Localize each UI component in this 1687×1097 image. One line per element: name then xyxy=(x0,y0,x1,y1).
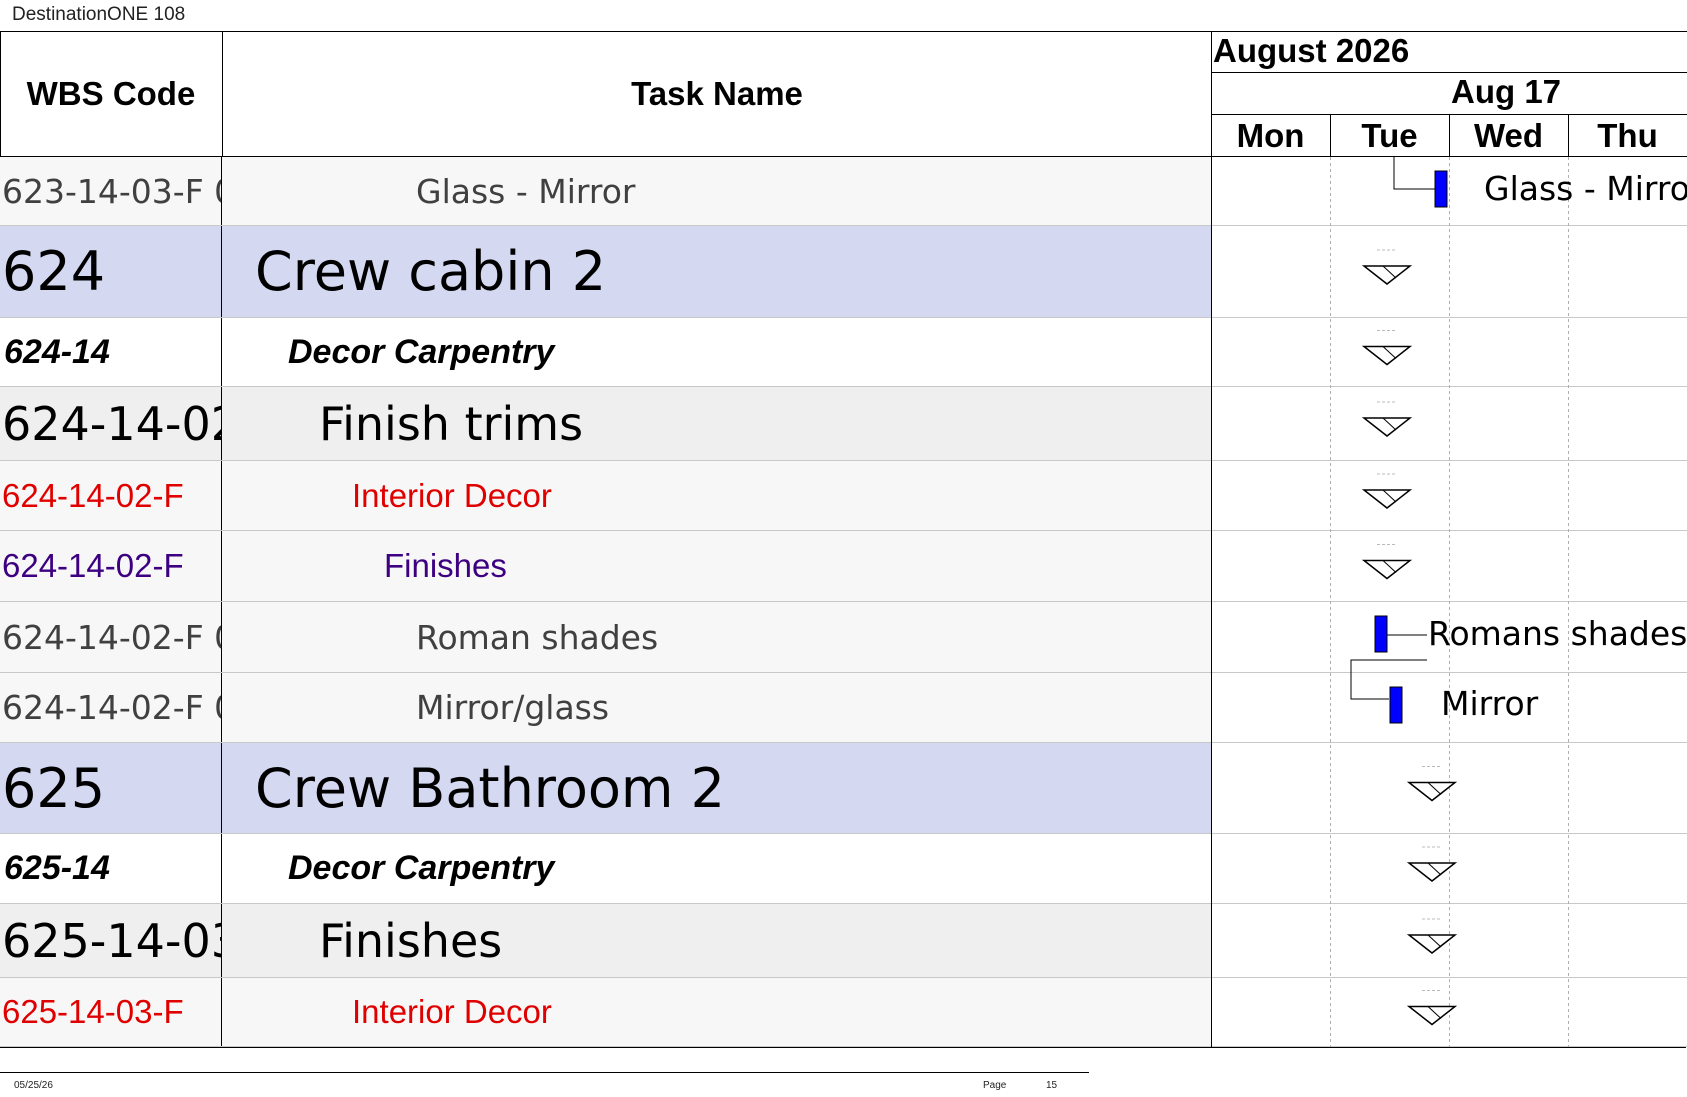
document-title: DestinationONE 108 xyxy=(12,4,186,25)
day-label-mon: Mon xyxy=(1236,117,1305,154)
day-label-thu: Thu xyxy=(1597,117,1658,154)
wbs-code-cell: 623-14-03-F 01 xyxy=(0,157,222,225)
wbs-code-cell: 625 xyxy=(0,743,222,833)
task-name-cell: Mirror/glass xyxy=(416,688,610,727)
bar-label-roman-shades: Romans shades xyxy=(1428,614,1687,653)
wbs-code-cell: 625-14-03 xyxy=(0,904,222,977)
task-bar-roman-shades xyxy=(1374,615,1388,653)
dependency-connector xyxy=(1350,659,1427,700)
gantt-timeline: August 2026 Aug 17 Mon Tue Wed Thu Glass - Mir… xyxy=(1211,31,1687,1048)
dependency-connector xyxy=(1393,157,1435,190)
table-row[interactable]: 625 Crew Bathroom 2 xyxy=(0,743,1211,834)
task-header-label: Task Name xyxy=(631,74,803,112)
month-label: August 2026 xyxy=(1213,32,1410,69)
task-name-cell: Finish trims xyxy=(319,396,584,451)
summary-marker-triangle xyxy=(1406,862,1458,882)
footer-page-label: Page xyxy=(983,1080,1007,1091)
table-row[interactable]: 625-14-03 Finishes xyxy=(0,904,1211,978)
task-column-header[interactable]: Task Name xyxy=(223,31,1211,157)
wbs-header-label: WBS Code xyxy=(26,74,196,112)
footer-date: 05/25/26 xyxy=(14,1080,53,1091)
footer-page-number: 15 xyxy=(1046,1080,1058,1091)
task-name-cell: Decor Carpentry xyxy=(288,849,555,887)
task-name-cell: Glass - Mirror xyxy=(416,171,636,211)
task-name-cell: Interior Decor xyxy=(352,476,552,514)
wbs-code-cell: 625-14 xyxy=(0,834,222,903)
wbs-code-cell: 624-14-02-F 01 xyxy=(0,602,222,672)
table-row[interactable]: 624-14-02-F 01 Mirror/glass xyxy=(0,673,1211,743)
day-label-tue: Tue xyxy=(1361,117,1418,154)
summary-marker-triangle xyxy=(1361,559,1413,580)
task-name-cell: Interior Decor xyxy=(352,993,552,1030)
table-row[interactable]: 624-14 Decor Carpentry xyxy=(0,318,1211,387)
footer-rule xyxy=(0,1072,1089,1073)
task-bar-glass-mirror xyxy=(1434,170,1448,208)
wbs-code-cell: 624-14-02-F xyxy=(0,531,222,601)
table-row[interactable]: 624-14-02-F 01 Roman shades xyxy=(0,602,1211,673)
day-label-wed: Wed xyxy=(1473,117,1544,154)
wbs-column-header[interactable]: WBS Code xyxy=(0,31,223,157)
table-row[interactable]: 623-14-03-F 01 Glass - Mirror xyxy=(0,157,1211,226)
table-row[interactable]: 624-14-02 Finish trims xyxy=(0,387,1211,461)
summary-marker-triangle xyxy=(1406,934,1458,954)
summary-marker-triangle xyxy=(1406,781,1458,802)
table-row[interactable]: 624-14-02-F Interior Decor xyxy=(0,461,1211,531)
table-row[interactable]: 625-14-03-F Interior Decor xyxy=(0,978,1211,1047)
wbs-code-cell: 624-14-02 xyxy=(0,387,222,460)
task-name-cell: Finishes xyxy=(319,913,503,968)
bar-label-glass-mirror: Glass - Mirro xyxy=(1484,169,1687,208)
task-name-cell: Decor Carpentry xyxy=(288,332,555,371)
wbs-code-cell: 624-14-02-F xyxy=(0,461,222,530)
summary-marker-triangle xyxy=(1361,345,1413,366)
gantt-sheet: WBS Code Task Name 623-14-03-F 01 Glass -… xyxy=(0,31,1687,1049)
wbs-code-cell: 625-14-03-F xyxy=(0,978,222,1046)
week-label: Aug 17 xyxy=(1451,73,1562,110)
wbs-code-cell: 624-14-02-F 01 xyxy=(0,673,222,742)
task-name-cell: Finishes xyxy=(384,547,507,584)
table-row[interactable]: 625-14 Decor Carpentry xyxy=(0,834,1211,904)
table-row[interactable]: 624-14-02-F Finishes xyxy=(0,531,1211,602)
summary-marker-triangle xyxy=(1361,489,1413,509)
summary-marker-triangle xyxy=(1406,1005,1458,1026)
task-name-cell: Crew cabin 2 xyxy=(255,240,607,303)
task-name-cell: Roman shades xyxy=(416,617,659,657)
wbs-code-cell: 624 xyxy=(0,226,222,317)
summary-marker-triangle xyxy=(1361,265,1413,285)
table-row[interactable]: 624 Crew cabin 2 xyxy=(0,226,1211,318)
wbs-code-cell: 624-14 xyxy=(0,318,222,386)
summary-marker-triangle xyxy=(1361,417,1413,437)
bar-label-mirror: Mirror xyxy=(1441,684,1539,723)
task-name-cell: Crew Bathroom 2 xyxy=(255,756,726,820)
task-bar-mirror xyxy=(1389,686,1403,724)
